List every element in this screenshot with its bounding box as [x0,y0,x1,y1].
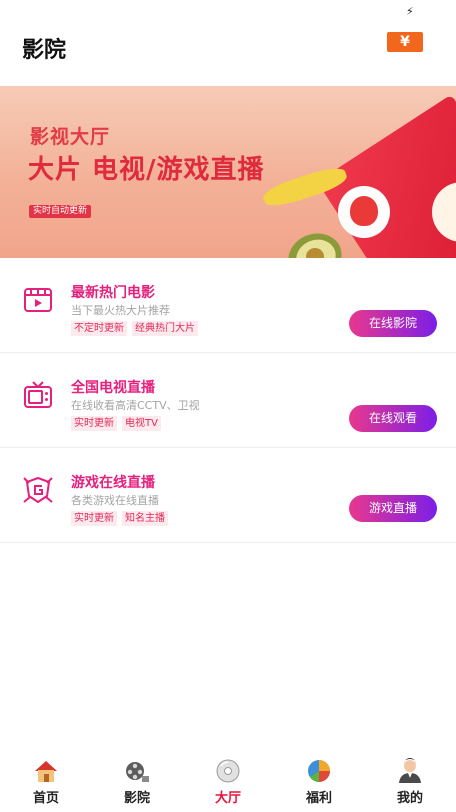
promo-banner[interactable]: 影视大厅 大片 电视/游戏直播 实时自动更新 [0,86,456,258]
item-tags: 实时更新 知名主播 [71,511,168,526]
game-live-button[interactable]: 游戏直播 [349,495,437,522]
page-title: 影院 [22,38,67,63]
banner-tag: 实时自动更新 [29,205,92,218]
item-tags: 实时更新 电视TV [71,416,161,431]
movie-icon [24,288,52,312]
app-header: 影院 ¥ [0,18,456,86]
item-title: 游戏在线直播 [71,475,155,491]
tag: 经典热门大片 [132,321,198,336]
charging-bolt-icon: ⚡ [406,5,414,18]
avocado-pit [306,248,324,258]
item-title: 最新热门电影 [71,285,155,301]
item-desc: 当下最火热大片推荐 [71,304,170,317]
list-item-game[interactable]: 游戏在线直播 各类游戏在线直播 实时更新 知名主播 游戏直播 [0,448,456,543]
online-watch-button[interactable]: 在线观看 [349,405,437,432]
item-title: 全国电视直播 [71,380,155,396]
tag: 不定时更新 [71,321,127,336]
tag: 实时更新 [71,511,117,526]
item-tags: 不定时更新 经典热门大片 [71,321,198,336]
list-item-movies[interactable]: 最新热门电影 当下最火热大片推荐 不定时更新 经典热门大片 在线影院 [0,258,456,353]
feature-list: 最新热门电影 当下最火热大片推荐 不定时更新 经典热门大片 在线影院 全国电视直… [0,258,456,543]
tab-home[interactable]: 首页 [16,758,76,806]
tab-label: 福利 [305,791,332,806]
yen-button[interactable]: ¥ [387,32,423,52]
game-icon [23,476,53,504]
list-item-tv[interactable]: 全国电视直播 在线收看高清CCTV、卫视 实时更新 电视TV 在线观看 [0,353,456,448]
bottom-tab-bar: 首页 影院 大厅 福利 我的 [0,752,456,812]
banner-headline: 大片 电视/游戏直播 [28,155,265,185]
tv-icon [24,381,52,408]
pie-icon [308,760,330,782]
item-desc: 各类游戏在线直播 [71,494,159,507]
tab-cinema[interactable]: 影院 [107,758,167,806]
tab-hall[interactable]: 大厅 [198,758,258,806]
tab-label: 大厅 [214,791,241,806]
home-icon [35,761,57,782]
item-desc: 在线收看高清CCTV、卫视 [71,399,200,412]
tab-welfare[interactable]: 福利 [289,758,349,806]
disc-icon [216,759,240,783]
tab-label: 我的 [396,791,423,806]
tag: 知名主播 [122,511,168,526]
tag: 实时更新 [71,416,117,431]
online-cinema-button[interactable]: 在线影院 [349,310,437,337]
status-bar: ⚡ [0,0,456,18]
banner-subtitle: 影视大厅 [30,126,111,148]
strawberry-image [350,196,378,226]
film-reel-icon [126,762,149,782]
user-icon [399,758,421,783]
tab-mine[interactable]: 我的 [380,758,440,806]
tab-label: 影院 [123,791,150,806]
tag: 电视TV [122,416,161,431]
tab-label: 首页 [32,791,59,806]
